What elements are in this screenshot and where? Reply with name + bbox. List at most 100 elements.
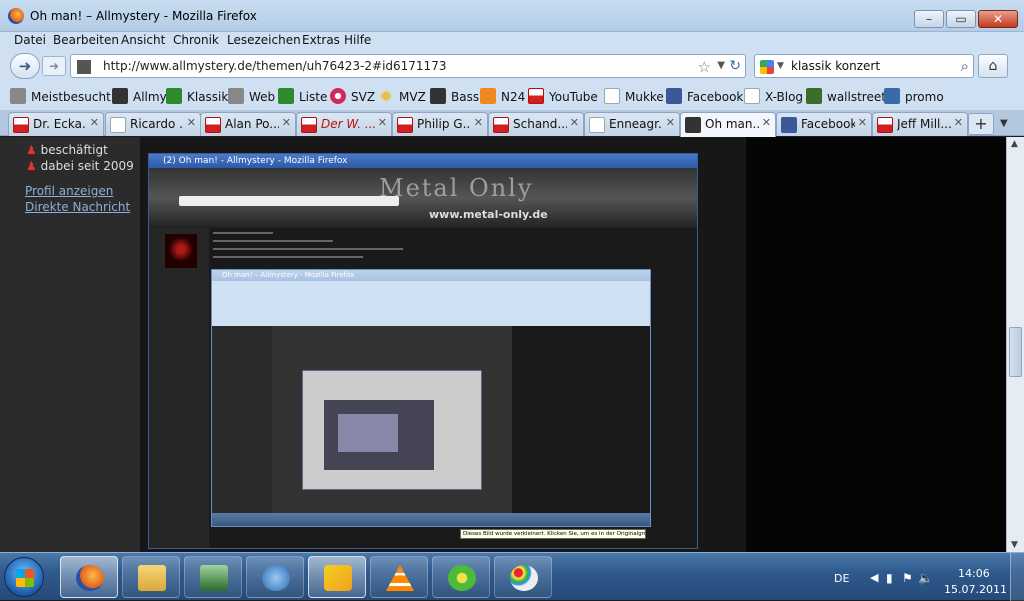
history-dropdown-icon[interactable]: ▼: [717, 60, 725, 71]
bookmark-star-icon: [10, 88, 26, 104]
close-tab-icon[interactable]: ✕: [90, 116, 99, 129]
message-link[interactable]: Direkte Nachricht: [25, 200, 130, 214]
bookmark-youtube[interactable]: YouTube: [528, 88, 598, 104]
bookmark-wallstreet[interactable]: wallstreet: [806, 88, 886, 104]
bookmark-bass[interactable]: Bass: [430, 88, 479, 104]
menu-chronik[interactable]: Chronik: [173, 33, 219, 47]
taskbar-app3[interactable]: [184, 556, 242, 598]
bookmark-liste[interactable]: Liste: [278, 88, 327, 104]
tab-active[interactable]: Oh man... ✕: [680, 112, 776, 137]
language-indicator[interactable]: DE: [834, 572, 849, 585]
taskbar-icq[interactable]: [432, 556, 490, 598]
close-tab-icon[interactable]: ✕: [762, 116, 771, 129]
taskbar-vlc[interactable]: [370, 556, 428, 598]
engine-dropdown-icon[interactable]: ▼: [777, 61, 784, 71]
usb-icon[interactable]: ▮: [886, 571, 893, 585]
tab[interactable]: Jeff Mill... ✕: [872, 112, 968, 136]
tab[interactable]: Ricardo ...✕: [105, 112, 201, 136]
member-since: ♟ dabei seit 2009: [26, 159, 134, 173]
search-bar[interactable]: ▼ klassik konzert ⌕: [754, 54, 974, 78]
show-desktop-button[interactable]: [1010, 553, 1024, 601]
home-button[interactable]: ⌂: [978, 54, 1008, 78]
taskbar-thunderbird[interactable]: [246, 556, 304, 598]
close-tab-icon[interactable]: ✕: [378, 116, 387, 129]
flag-icon[interactable]: ⚑: [902, 571, 913, 585]
menu-extras[interactable]: Extras: [302, 33, 340, 47]
close-tab-icon[interactable]: ✕: [666, 116, 675, 129]
maximize-button[interactable]: ▭: [946, 10, 976, 28]
google-icon[interactable]: [760, 60, 774, 74]
profile-link[interactable]: Profil anzeigen: [25, 184, 113, 198]
embedded-screenshot[interactable]: (2) Oh man! - Allmystery - Mozilla Firef…: [148, 153, 698, 549]
close-tab-icon[interactable]: ✕: [282, 116, 291, 129]
bookmark-meistbesucht[interactable]: Meistbesucht: [10, 88, 111, 104]
taskbar-firefox[interactable]: [60, 556, 118, 598]
web-icon: [228, 88, 244, 104]
bookmark-xblog[interactable]: X-Blog: [744, 88, 803, 104]
tab[interactable]: Alan Po... ✕: [200, 112, 296, 136]
bookmark-n24[interactable]: N24: [480, 88, 525, 104]
taskbar-paint[interactable]: [494, 556, 552, 598]
bookmark-svz[interactable]: SVZ: [330, 88, 375, 104]
youtube-icon: [877, 117, 893, 133]
klassik-icon: [166, 88, 182, 104]
clock-time[interactable]: 14:06: [958, 567, 990, 580]
taskbar-explorer[interactable]: [122, 556, 180, 598]
scroll-down-icon[interactable]: ▼: [1011, 540, 1018, 550]
tray-expand-icon[interactable]: ◀: [870, 571, 878, 584]
menu-datei[interactable]: Datei: [14, 33, 46, 47]
scroll-thumb[interactable]: [1009, 327, 1022, 377]
tab[interactable]: Der W. ... ✕: [296, 112, 392, 136]
forward-button[interactable]: ➜: [42, 56, 66, 76]
new-tab-button[interactable]: +: [968, 113, 994, 135]
tab[interactable]: Dr. Ecka...✕: [8, 112, 104, 136]
icq-icon: [448, 565, 476, 591]
bookmark-mukke[interactable]: Mukke: [604, 88, 664, 104]
close-tab-icon[interactable]: ✕: [954, 116, 963, 129]
tab[interactable]: Enneagr...✕: [584, 112, 680, 136]
volume-icon[interactable]: 🔈: [918, 571, 933, 585]
bookmark-promo[interactable]: promo: [884, 88, 944, 104]
bookmark-label: Facebook: [687, 90, 744, 104]
scroll-up-icon[interactable]: ▲: [1011, 139, 1018, 149]
bookmark-facebook[interactable]: Facebook: [666, 88, 743, 104]
close-tab-icon[interactable]: ✕: [858, 116, 867, 129]
search-icon[interactable]: ⌕: [961, 57, 969, 75]
user-status: ♟ beschäftigt: [26, 143, 108, 157]
tab[interactable]: Schand... ✕: [488, 112, 584, 136]
tab-list-icon[interactable]: ▼: [1000, 118, 1008, 129]
taskbar-winamp[interactable]: [308, 556, 366, 598]
vlc-icon: [386, 565, 414, 591]
bookmark-klassik[interactable]: Klassik: [166, 88, 228, 104]
close-tab-icon[interactable]: ✕: [187, 116, 196, 129]
bookmark-star-icon[interactable]: ☆: [698, 58, 711, 76]
tab-label: Enneagr...: [609, 117, 663, 131]
url-text[interactable]: http://www.allmystery.de/themen/uh76423-…: [103, 59, 446, 73]
bookmark-allmy[interactable]: Allmy: [112, 88, 167, 104]
close-tab-icon[interactable]: ✕: [474, 116, 483, 129]
bookmark-mvz[interactable]: MVZ: [378, 88, 426, 104]
bookmark-web[interactable]: Web: [228, 88, 275, 104]
bookmarks-toolbar: Meistbesucht Allmy Klassik Web Liste SVZ…: [0, 82, 1024, 110]
minimize-button[interactable]: –: [914, 10, 944, 28]
close-tab-icon[interactable]: ✕: [570, 116, 579, 129]
facebook-icon: [666, 88, 682, 104]
url-bar[interactable]: http://www.allmystery.de/themen/uh76423-…: [70, 54, 746, 78]
clock-date[interactable]: 15.07.2011: [944, 583, 1007, 596]
search-input[interactable]: klassik konzert: [791, 59, 880, 73]
tab[interactable]: Facebook ✕: [776, 112, 872, 136]
menu-bearbeiten[interactable]: Bearbeiten: [53, 33, 119, 47]
close-button[interactable]: ✕: [978, 10, 1018, 28]
reload-icon[interactable]: ↻: [729, 58, 741, 74]
menu-ansicht[interactable]: Ansicht: [121, 33, 165, 47]
menu-lesezeichen[interactable]: Lesezeichen: [227, 33, 301, 47]
youtube-icon: [397, 117, 413, 133]
vertical-scrollbar[interactable]: ▲ ▼: [1006, 137, 1024, 552]
back-button[interactable]: ➜: [10, 53, 40, 79]
nested-post-text: [213, 232, 413, 272]
embedded-screenshot-level2: Oh man! – Allmystery - Mozilla Firefox: [211, 269, 651, 527]
menu-hilfe[interactable]: Hilfe: [344, 33, 371, 47]
start-button[interactable]: [4, 557, 44, 597]
right-area: [746, 137, 1006, 552]
tab[interactable]: Philip G... ✕: [392, 112, 488, 136]
